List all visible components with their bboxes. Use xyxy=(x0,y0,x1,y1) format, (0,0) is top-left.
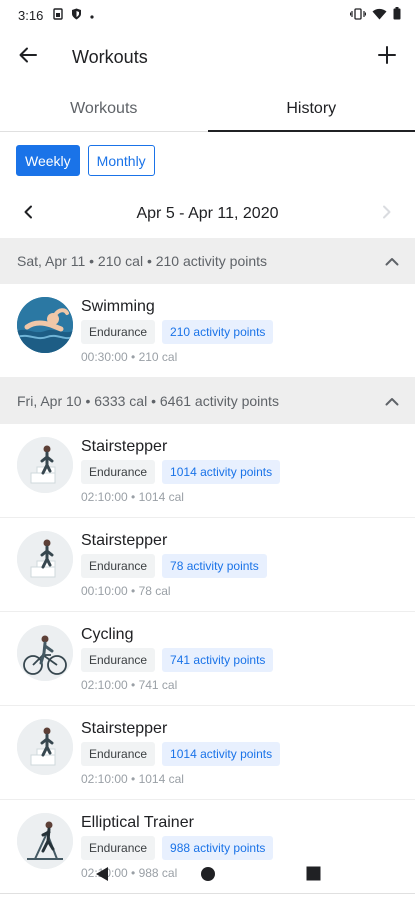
status-right-icons xyxy=(349,7,401,23)
workout-name: Stairstepper xyxy=(81,438,168,455)
workout-duration-calories: 00:30:00 • 210 cal xyxy=(81,350,178,364)
activity-points-chip: 741 activity points xyxy=(162,648,274,672)
stairstepper-icon xyxy=(17,719,73,775)
divider xyxy=(0,893,415,894)
stairstepper-icon xyxy=(17,531,73,587)
stairstepper-icon xyxy=(17,437,73,493)
list-item[interactable]: Stairstepper Endurance 78 activity point… xyxy=(0,518,415,612)
tab-bar: Workouts History xyxy=(0,86,415,132)
date-range-label: Apr 5 - Apr 11, 2020 xyxy=(136,205,279,222)
chevron-left-icon xyxy=(23,205,33,224)
list-item[interactable]: Cycling Endurance 741 activity points 02… xyxy=(0,612,415,706)
workout-duration-calories: 00:10:00 • 78 cal xyxy=(81,584,171,598)
day-summary: Fri, Apr 10 • 6333 cal • 6461 activity p… xyxy=(17,393,279,409)
list-item[interactable]: Stairstepper Endurance 1014 activity poi… xyxy=(0,706,415,800)
cycling-icon xyxy=(17,625,73,681)
activity-points-chip: 1014 activity points xyxy=(162,742,281,766)
category-chip: Endurance xyxy=(81,554,156,578)
previous-week-button[interactable] xyxy=(0,192,56,236)
workout-chips: Endurance 1014 activity points xyxy=(81,742,281,766)
workout-chips: Endurance 210 activity points xyxy=(81,320,274,344)
period-toggle: Weekly Monthly xyxy=(16,145,155,176)
dot-icon xyxy=(90,8,94,22)
sim-icon xyxy=(53,7,64,23)
swimming-icon xyxy=(17,297,73,353)
activity-points-chip: 1014 activity points xyxy=(162,460,281,484)
workout-duration-calories: 02:10:00 • 741 cal xyxy=(81,678,178,692)
status-time: 3:16 xyxy=(18,7,44,23)
day-summary: Sat, Apr 11 • 210 cal • 210 activity poi… xyxy=(17,253,268,269)
nav-back-icon[interactable] xyxy=(94,866,110,887)
monthly-button[interactable]: Monthly xyxy=(87,145,155,176)
category-chip: Endurance xyxy=(81,320,156,344)
date-navigator: Apr 5 - Apr 11, 2020 xyxy=(0,192,415,236)
status-bar: 3:16 xyxy=(0,0,415,30)
wifi-icon xyxy=(372,8,387,23)
chevron-right-icon xyxy=(382,205,392,224)
workout-chips: Endurance 78 activity points xyxy=(81,554,267,578)
day-group-header[interactable]: Fri, Apr 10 • 6333 cal • 6461 activity p… xyxy=(0,378,415,424)
activity-points-chip: 210 activity points xyxy=(162,320,274,344)
add-workout-button[interactable] xyxy=(359,30,415,84)
battery-icon xyxy=(393,7,401,23)
arrow-back-icon xyxy=(19,47,37,68)
chevron-up-icon[interactable] xyxy=(369,238,415,284)
list-item[interactable]: Stairstepper Endurance 1014 activity poi… xyxy=(0,424,415,518)
plus-icon xyxy=(378,45,396,69)
workout-duration-calories: 02:10:00 • 1014 cal xyxy=(81,772,184,786)
back-button[interactable] xyxy=(0,30,56,84)
app-bar: Workouts xyxy=(0,30,415,84)
category-chip: Endurance xyxy=(81,648,156,672)
next-week-button[interactable] xyxy=(359,192,415,236)
workout-name: Elliptical Trainer xyxy=(81,814,194,831)
category-chip: Endurance xyxy=(81,742,156,766)
category-chip: Endurance xyxy=(81,460,156,484)
workout-name: Stairstepper xyxy=(81,532,168,549)
day-group-header[interactable]: Sat, Apr 11 • 210 cal • 210 activity poi… xyxy=(0,238,415,284)
nav-home-icon[interactable] xyxy=(200,866,216,887)
workout-name: Cycling xyxy=(81,626,134,643)
page-title: Workouts xyxy=(72,46,148,67)
weekly-button[interactable]: Weekly xyxy=(16,145,80,176)
workout-name: Swimming xyxy=(81,298,155,315)
activity-points-chip: 78 activity points xyxy=(162,554,267,578)
nav-recents-icon[interactable] xyxy=(306,866,321,886)
workout-chips: Endurance 741 activity points xyxy=(81,648,274,672)
list-item[interactable]: Swimming Endurance 210 activity points 0… xyxy=(0,284,415,378)
vibrate-icon xyxy=(349,7,367,23)
workout-chips: Endurance 1014 activity points xyxy=(81,460,281,484)
tab-workouts[interactable]: Workouts xyxy=(0,86,208,131)
shield-icon xyxy=(71,8,82,23)
tab-history[interactable]: History xyxy=(207,86,415,132)
chevron-up-icon[interactable] xyxy=(369,378,415,424)
workout-name: Stairstepper xyxy=(81,720,168,737)
workout-duration-calories: 02:10:00 • 1014 cal xyxy=(81,490,184,504)
